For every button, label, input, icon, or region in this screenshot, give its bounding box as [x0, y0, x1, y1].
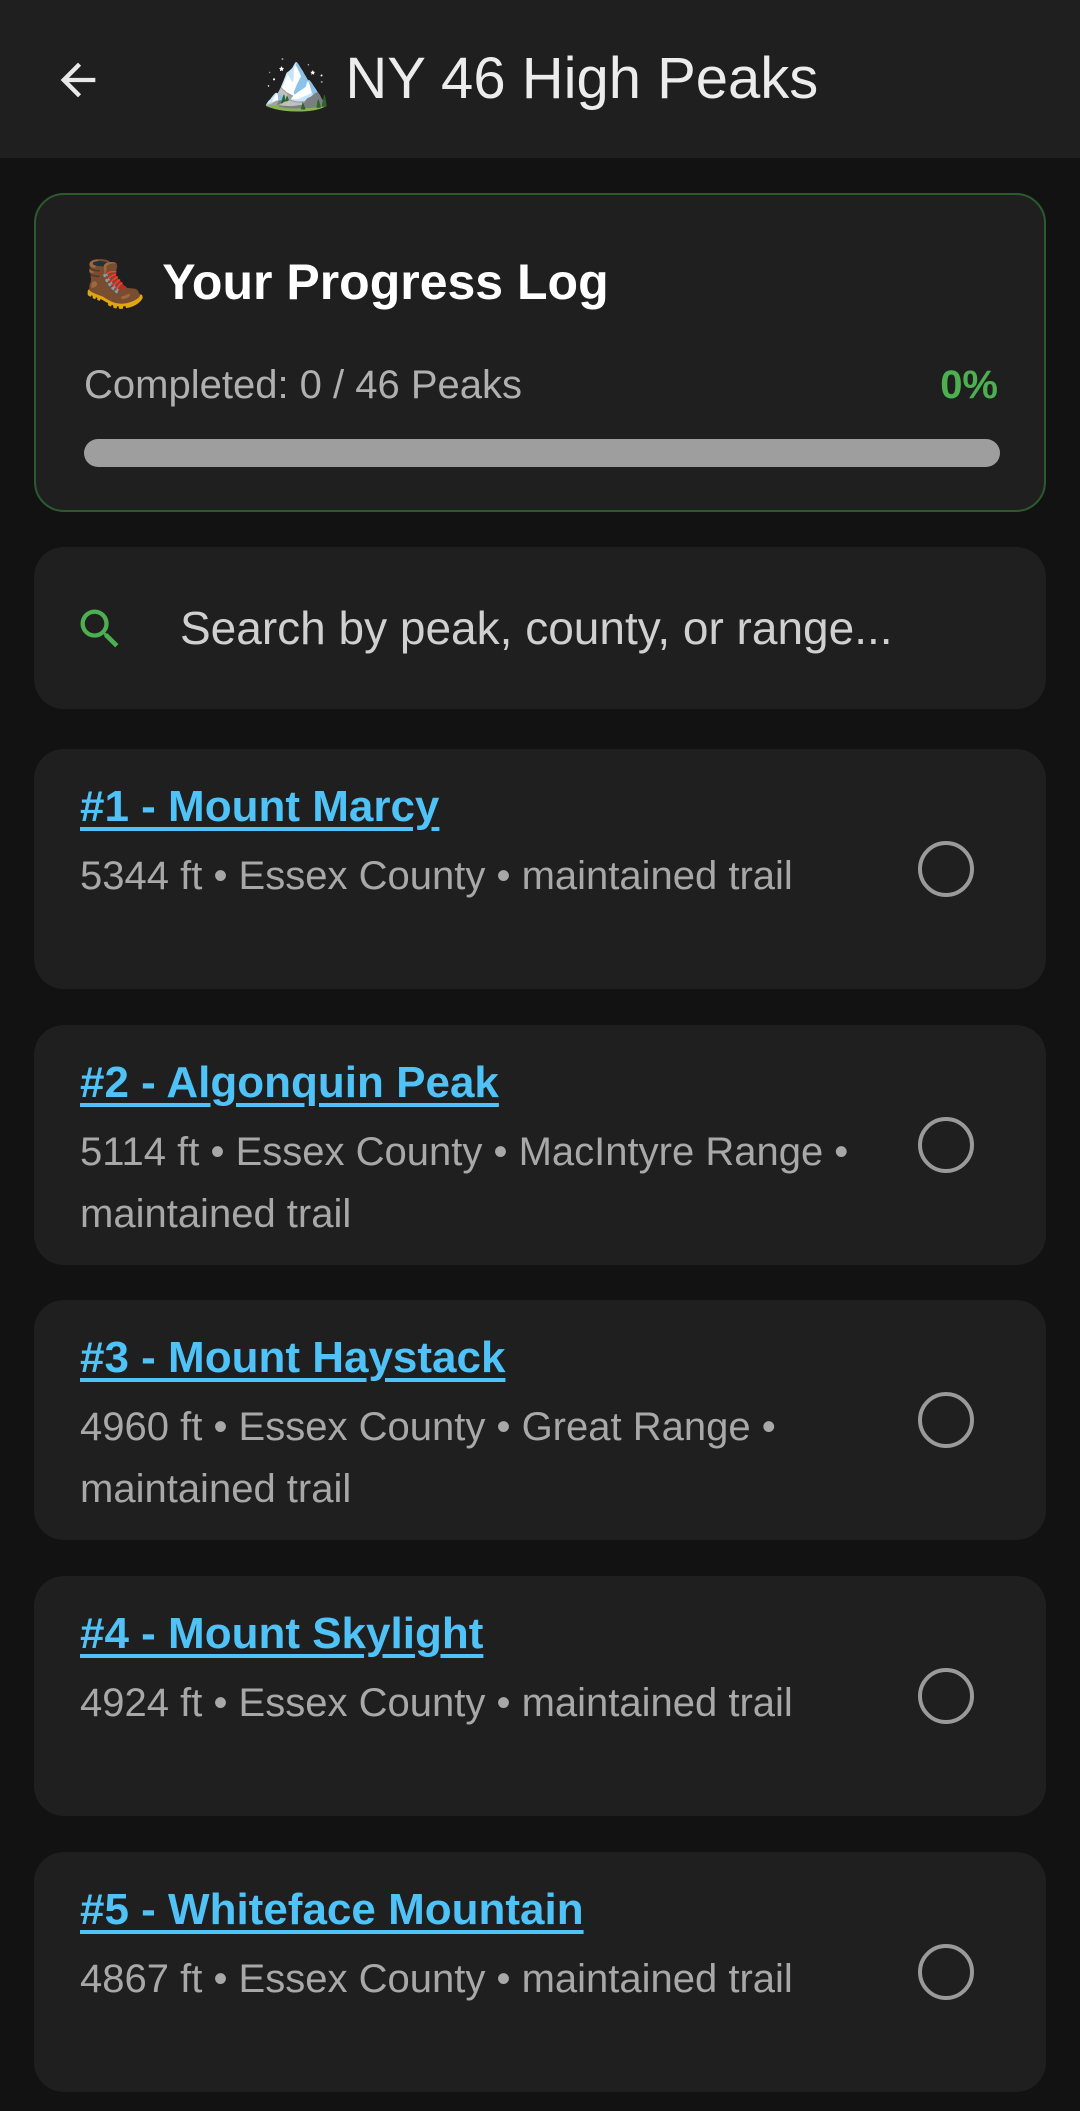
peak-card[interactable]: #4 - Mount Skylight 4924 ft • Essex Coun…	[34, 1576, 1046, 1816]
app-bar: 🏔️ NY 46 High Peaks	[0, 0, 1080, 158]
peak-details: 5344 ft • Essex County • maintained trai…	[80, 854, 793, 898]
page-title-text: NY 46 High Peaks	[345, 46, 819, 111]
completion-toggle[interactable]	[918, 1944, 974, 2000]
peak-card[interactable]: #1 - Mount Marcy 5344 ft • Essex County …	[34, 749, 1046, 989]
progress-card: 🥾 Your Progress Log Completed: 0 / 46 Pe…	[34, 193, 1046, 512]
search-box[interactable]	[34, 547, 1046, 709]
peak-card[interactable]: #5 - Whiteface Mountain 4867 ft • Essex …	[34, 1852, 1046, 2092]
completion-toggle[interactable]	[918, 841, 974, 897]
peak-details: 4867 ft • Essex County • maintained trai…	[80, 1957, 793, 2001]
progress-heading: 🥾 Your Progress Log	[84, 247, 609, 317]
peak-name-link[interactable]: #4 - Mount Skylight	[80, 1604, 483, 1664]
peak-details: 4924 ft • Essex County • maintained trai…	[80, 1681, 793, 1725]
mountain-icon: 🏔️	[261, 49, 332, 112]
completion-toggle[interactable]	[918, 1668, 974, 1724]
peak-details: 5114 ft • Essex County • MacIntyre Range…	[80, 1130, 849, 1236]
progress-bar	[84, 439, 1000, 467]
completion-toggle[interactable]	[918, 1117, 974, 1173]
peak-card[interactable]: #3 - Mount Haystack 4960 ft • Essex Coun…	[34, 1300, 1046, 1540]
progress-heading-text: Your Progress Log	[162, 254, 609, 310]
search-icon	[80, 609, 119, 648]
search-input[interactable]	[180, 587, 1020, 669]
peak-name-link[interactable]: #1 - Mount Marcy	[80, 777, 439, 837]
peak-details: 4960 ft • Essex County • Great Range • m…	[80, 1405, 776, 1511]
page-title: 🏔️ NY 46 High Peaks	[0, 38, 1080, 122]
hiking-boot-icon: 🥾	[84, 254, 147, 310]
completion-toggle[interactable]	[918, 1392, 974, 1448]
peak-card[interactable]: #2 - Algonquin Peak 5114 ft • Essex Coun…	[34, 1025, 1046, 1265]
peak-name-link[interactable]: #2 - Algonquin Peak	[80, 1053, 499, 1113]
peak-name-link[interactable]: #3 - Mount Haystack	[80, 1328, 505, 1388]
percent-complete: 0%	[940, 363, 998, 407]
peak-name-link[interactable]: #5 - Whiteface Mountain	[80, 1880, 584, 1940]
completed-count: Completed: 0 / 46 Peaks	[84, 363, 523, 407]
